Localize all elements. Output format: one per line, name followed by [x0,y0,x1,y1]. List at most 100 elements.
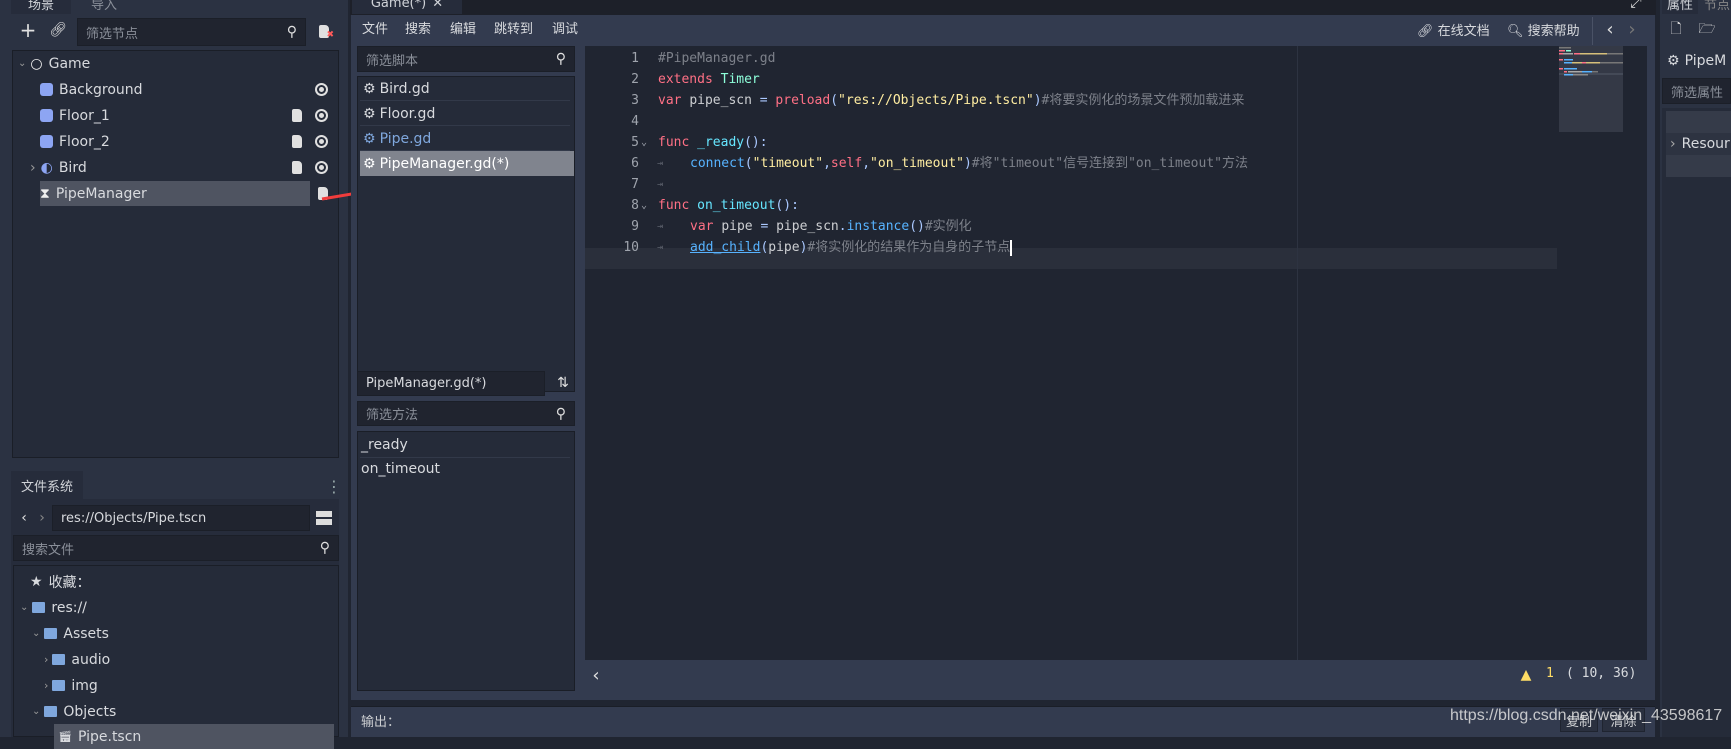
warning-icon[interactable]: ▲ [1517,664,1535,686]
tab-game-scene[interactable]: Game(*) ✕ [352,0,462,14]
fold-arrow-icon[interactable]: ⌄ [641,195,647,216]
code-token: ( [830,93,839,108]
script-item[interactable]: ⚙ PipeManager.gd(*) [360,151,574,176]
menu-3[interactable]: 跳转到 [494,18,533,37]
inspector-panel [1662,108,1731,737]
fullscreen-icon[interactable]: ⤢ [1626,0,1646,12]
method-item[interactable]: on_timeout [361,456,440,481]
script-item[interactable]: ⚙ Floor.gd [360,101,574,126]
label: Objects [63,703,117,720]
code-token: extends [658,72,721,87]
line-number: 1 [631,51,639,66]
label: audio [71,651,111,668]
filter-scripts-input[interactable]: 筛选脚本 ⚲ [357,46,575,72]
tab-filesystem[interactable]: 文件系统 [11,471,83,499]
folder-audio[interactable]: › audio [44,647,110,672]
folder-icon [52,654,66,665]
new-resource-icon[interactable]: 🗋 [1668,20,1684,40]
menu-4[interactable]: 调试 [552,18,578,37]
star-icon: ★ [30,573,43,590]
line-number: 3 [631,93,639,108]
tab-indent-icon: ⇥ [657,242,664,253]
label: 收藏： [48,574,91,591]
label: res:// [51,599,87,616]
current-script-label: PipeManager.gd(*) [357,371,545,396]
online-docs-button[interactable]: 🔗︎ 在线文档 [1417,20,1490,39]
back-icon[interactable]: ‹ [18,508,30,528]
chevron-down-icon: ⌄ [32,628,41,639]
path-input[interactable]: res://Objects/Pipe.tscn [52,505,310,531]
folder-assets[interactable]: ⌄ Assets [32,621,109,646]
split-view-icon[interactable] [315,508,333,528]
line-number: 5 [631,135,639,150]
code-token: _ready [697,135,745,150]
resource-section[interactable]: › Resour [1666,133,1731,155]
gear-icon: ⚙ [363,155,376,172]
label: PipeM [1684,52,1727,69]
dock-menu-icon[interactable]: ⋮ [326,476,342,496]
folder-img[interactable]: › img [44,673,98,698]
sort-icon[interactable]: ⇅ [553,373,573,393]
line-number: 8 [631,198,639,213]
label: 搜索帮助 [1527,24,1580,39]
favorites-item[interactable]: ★ 收藏： [30,569,91,594]
watermark: https://blog.csdn.net/weixin_43598617 [1450,707,1723,724]
close-icon[interactable]: ✕ [432,0,443,11]
forward-icon[interactable]: › [36,508,48,528]
minimap-preview [1559,47,1623,76]
code-line[interactable]: connect("timeout",self,"on_timeout")#将"t… [690,153,1248,174]
code-line[interactable]: extends Timer [658,69,760,90]
tab-inspector[interactable]: 属性 [1662,0,1698,14]
method-item[interactable]: _ready [361,432,408,457]
code-line[interactable]: var pipe_scn = preload("res://Objects/Pi… [658,90,1244,111]
script-item[interactable]: ⚙ Pipe.gd [360,126,574,151]
code-token: #实例化 [924,219,972,234]
folder-objects[interactable]: ⌄ Objects [32,699,116,724]
tab-node[interactable]: 节点 [1702,0,1731,14]
warning-count[interactable]: 1 [1546,666,1554,681]
search-icon: ⚲ [319,540,330,556]
folder-icon [52,680,66,691]
search-files-input[interactable]: 搜索文件 ⚲ [13,535,339,561]
fold-arrow-icon[interactable]: ⌄ [641,132,647,153]
code-line[interactable]: func _ready(): [658,132,768,153]
code-token: = [760,219,777,234]
code-line[interactable]: var pipe = pipe_scn.instance()#实例化 [690,216,972,237]
open-folder-icon[interactable]: 🗁 [1698,20,1716,40]
line-number: 9 [631,219,639,234]
toggle-scripts-panel-icon[interactable]: ‹ [590,664,602,686]
folder-icon [32,602,46,613]
search-help-button[interactable]: 🔍︎ 搜索帮助 [1507,20,1580,39]
code-token: pipe [768,240,800,255]
code-line[interactable]: func on_timeout(): [658,195,799,216]
code-token: self [830,156,863,171]
filter-properties-input[interactable]: 筛选属性 [1662,78,1731,104]
chevron-right-icon: › [44,679,49,692]
code-line[interactable]: #PipeManager.gd [658,48,775,69]
folder-res[interactable]: ⌄ res:// [20,595,87,620]
code-token: = [759,93,776,108]
gear-icon: ⚙ [363,80,376,97]
menu-2[interactable]: 编辑 [450,18,476,37]
filter-methods-input[interactable]: 筛选方法 ⚲ [357,401,575,426]
toolbar-separator [1592,17,1593,45]
output-label: 输出： [361,715,401,730]
inspected-object[interactable]: ⚙ PipeM [1667,48,1726,73]
label: 在线文档 [1437,24,1490,39]
code-token: () [909,219,925,234]
code-token: ( [744,156,753,171]
line-number: 10 [623,240,639,255]
history-forward-icon[interactable]: › [1624,18,1640,40]
label: Assets [63,625,109,642]
menu-0[interactable]: 文件 [362,18,388,37]
menu-1[interactable]: 搜索 [405,18,431,37]
inspector-row [1666,155,1731,177]
line-number: 7 [631,177,639,192]
code-line[interactable]: add_child(pipe)#将实例化的结果作为自身的子节点 [690,237,1013,258]
tab-indent-icon: ⇥ [657,158,664,169]
script-item[interactable]: ⚙ Bird.gd [360,76,574,101]
code-token: var [658,93,690,108]
code-token: pipe_scn [689,93,760,108]
history-back-icon[interactable]: ‹ [1602,18,1618,40]
code-token: ) [963,156,972,171]
